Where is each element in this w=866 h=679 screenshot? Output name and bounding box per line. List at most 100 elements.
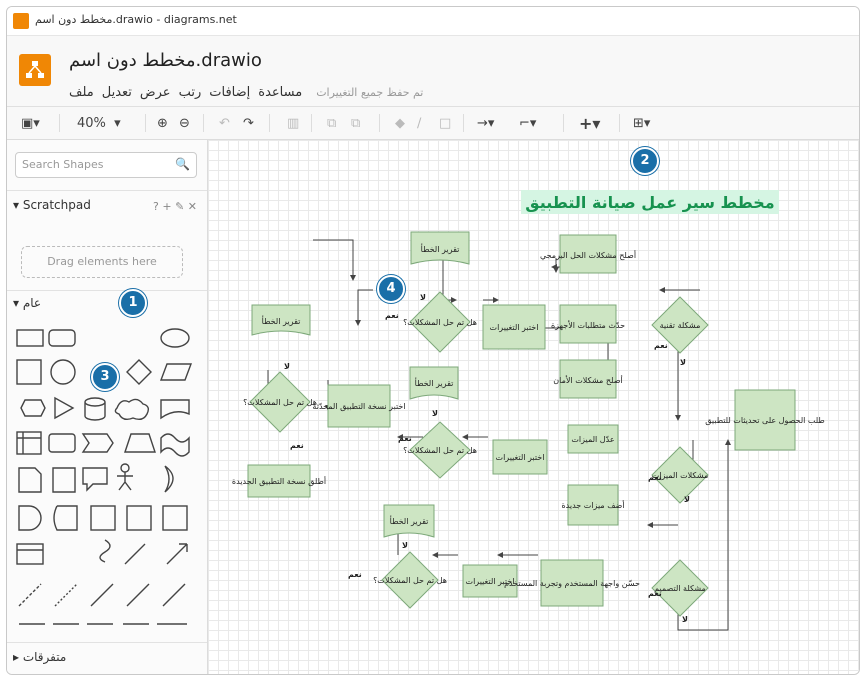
zoom-in-icon[interactable]: ⊕ <box>157 113 168 133</box>
curve-shape <box>99 539 111 563</box>
container-shape <box>162 505 188 531</box>
flow-label-fix-security: أصلح مشكلات الأمان <box>553 375 622 385</box>
callout-shape <box>82 467 108 492</box>
menu-file[interactable]: ملف <box>69 85 94 100</box>
flow-label-question-mid: هل تم حل المشكلات؟ <box>403 446 477 455</box>
flow-no-label: لا <box>684 495 690 504</box>
flow-label-test-top: اختبر التغييرات <box>490 323 539 332</box>
document-shape <box>160 399 190 420</box>
menu-extras[interactable]: إضافات <box>209 85 250 100</box>
scratchpad-dropzone[interactable]: Drag elements here <box>21 246 183 278</box>
search-icon[interactable]: 🔍 <box>175 157 190 171</box>
shapes-sidebar: Search Shapes 🔍 ▾ Scratchpad ? + ✎ ✕ Dra… <box>7 140 208 674</box>
waypoints-icon[interactable]: ⌐▾ <box>519 113 536 133</box>
delay-shape <box>18 505 42 531</box>
dotted-line-shape <box>54 583 78 607</box>
shadow-icon[interactable]: □ <box>439 113 451 133</box>
zoom-select[interactable]: 40% ▾ <box>77 113 121 133</box>
flow-no-label: لا <box>680 358 686 367</box>
cube-shape <box>48 433 76 453</box>
menu-help[interactable]: مساعدة <box>258 85 302 100</box>
line-shape <box>90 583 114 607</box>
menu-view[interactable]: عرض <box>140 85 171 100</box>
fill-color-icon[interactable]: ◆ <box>395 113 405 133</box>
document-title[interactable]: مخطط دون اسم.drawio <box>69 50 262 71</box>
scratchpad-title: Scratchpad <box>22 198 91 212</box>
flow-label-edit-features: عدّل الميزات <box>571 435 614 444</box>
flow-label-report-left: تقرير الخطأ <box>262 315 301 326</box>
triangle-shape <box>54 396 75 420</box>
window-title: مخطط دون اسم.drawio - diagrams.net <box>35 13 237 26</box>
drag-hint: Drag elements here <box>47 255 157 268</box>
crescent-shape <box>164 465 174 493</box>
to-back-icon[interactable]: ⧉ <box>351 113 360 133</box>
scratchpad-header[interactable]: ▾ Scratchpad <box>13 198 91 212</box>
flow-yes-label: نعم <box>654 341 668 350</box>
circle-shape <box>50 359 76 385</box>
toolbar: ▣▾ 40% ▾ ⊕ ⊖ ↶ ↷ ▥ ⧉ ⧉ ◆ ∕ □ →▾ ⌐▾ +▾ ⊞▾ <box>7 107 859 140</box>
table-icon[interactable]: ⊞▾ <box>633 113 650 133</box>
tape-shape <box>160 433 190 457</box>
misc-title: متفرقات <box>22 650 67 664</box>
step-shape <box>81 433 114 453</box>
flow-label-report-mid: تقرير الخطأ <box>415 377 454 388</box>
flow-label-add-features: أضف ميزات جديدة <box>561 500 624 510</box>
delete-icon[interactable]: ▥ <box>287 113 299 133</box>
to-front-icon[interactable]: ⧉ <box>327 113 336 133</box>
ellipse-shape <box>160 328 190 348</box>
cloud-shape <box>114 398 150 421</box>
app-header: مخطط دون اسم.drawio ملف تعديل عرض رتب إض… <box>7 36 859 107</box>
save-status[interactable]: تم حفظ جميع التغييرات <box>316 86 423 99</box>
diagram-title: مخطط سير عمل صيانة التطبيق <box>525 193 774 212</box>
flow-label-release: أطلق نسخة التطبيق الجديدة <box>232 476 326 486</box>
flow-label-backup: اختبر نسخة التطبيق المحدّثة <box>312 402 405 411</box>
scratchpad-tools[interactable]: ? + ✎ ✕ <box>153 200 197 213</box>
flow-no-label: لا <box>402 541 408 550</box>
line-color-icon[interactable]: ∕ <box>417 113 421 133</box>
diagram-canvas[interactable]: مخطط سير عمل صيانة التطبيق تقرير الخطأ أ… <box>208 140 859 674</box>
zoom-value: 40% <box>77 115 106 131</box>
flow-yes-label: نعم <box>385 311 399 320</box>
internal-storage-shape <box>16 431 42 455</box>
format-panel-icon[interactable]: ▣▾ <box>21 113 40 133</box>
search-placeholder: Search Shapes <box>22 158 104 171</box>
menu-arrange[interactable]: رتب <box>179 85 202 100</box>
zoom-out-icon[interactable]: ⊖ <box>179 113 190 133</box>
flow-label-test-mid: اختبر التغييرات <box>496 453 545 462</box>
window-titlebar: مخطط دون اسم.drawio - diagrams.net <box>7 7 859 36</box>
flow-label-report-top: تقرير الخطأ <box>421 243 460 254</box>
search-shapes-input[interactable]: Search Shapes 🔍 <box>15 152 197 178</box>
drawio-logo-icon <box>19 54 51 86</box>
redo-icon[interactable]: ↷ <box>243 113 254 133</box>
diamond-shape <box>126 359 152 385</box>
menu-edit[interactable]: تعديل <box>102 85 132 100</box>
app-window: مخطط دون اسم.drawio - diagrams.net مخطط … <box>6 6 860 675</box>
undo-icon[interactable]: ↶ <box>219 113 230 133</box>
directional-line-shape <box>126 583 150 607</box>
flow-label-report-bottom: تقرير الخطأ <box>390 515 429 526</box>
double-arrow-shape <box>124 543 146 565</box>
misc-section-header[interactable]: ▸ متفرقات <box>13 650 66 664</box>
rectangle-shape <box>16 329 44 347</box>
flow-label-question-top: هل تم حل المشكلات؟ <box>403 318 477 327</box>
flow-label-fix-software: أصلح مشكلات الحل البرمجي <box>540 250 636 260</box>
callout-badge-2: 2 <box>631 147 659 175</box>
arrow-shape <box>166 543 188 565</box>
general-section-header[interactable]: ▾ عام <box>13 296 41 310</box>
flow-label-improve-ui: حسّن واجهة المستخدم وتجربة المستخدم <box>504 579 640 588</box>
trapezoid-shape <box>124 433 156 453</box>
flow-label-design-issue: مشكلة التصميم <box>654 584 706 593</box>
flow-yes-label: نعم <box>348 570 362 579</box>
flow-yes-label: نعم <box>648 589 662 598</box>
flow-label-tech-issue: مشكلة تقنية <box>660 321 701 330</box>
flow-label-question-bottom: هل تم حل المشكلات؟ <box>373 576 447 585</box>
flow-no-label: لا <box>432 409 438 418</box>
menu-bar: ملف تعديل عرض رتب إضافات مساعدة تم حفظ ج… <box>69 82 423 102</box>
flow-label-question-left: هل تم حل المشكلات؟ <box>243 398 317 407</box>
callout-badge-4: 4 <box>377 275 405 303</box>
flowchart[interactable]: مخطط سير عمل صيانة التطبيق تقرير الخطأ أ… <box>208 140 859 674</box>
rounded-rect-shape <box>48 329 76 347</box>
connection-icon[interactable]: →▾ <box>477 113 494 133</box>
insert-icon[interactable]: +▾ <box>579 113 600 133</box>
process-shape <box>90 505 116 531</box>
